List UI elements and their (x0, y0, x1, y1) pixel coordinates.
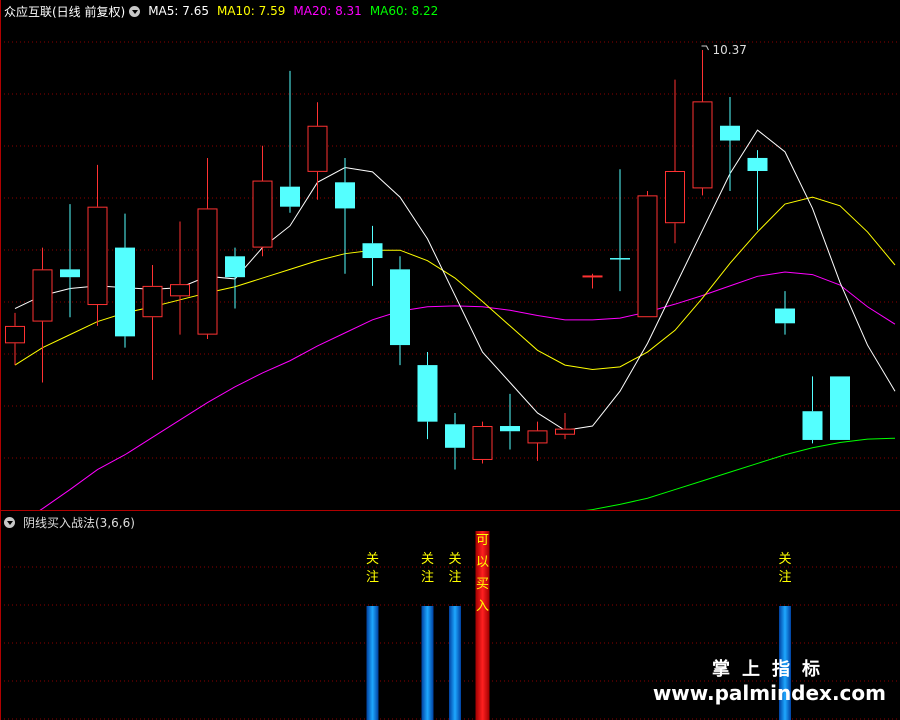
candle-body (802, 411, 823, 440)
stock-title: 众应互联(日线 前复权) (4, 4, 126, 19)
focus-signal-bar[interactable] (449, 606, 461, 720)
candle-body (445, 424, 465, 448)
candle-body (665, 171, 685, 224)
candle[interactable] (747, 150, 768, 231)
candle[interactable] (527, 421, 548, 461)
focus-signal-bar[interactable] (421, 606, 434, 720)
candle-body (32, 269, 53, 322)
price-chart-panel[interactable]: 10.37 众应互联(日线 前复权) MA5: 7.65 MA10: 7.59 … (0, 0, 900, 510)
candle-body (637, 195, 658, 318)
candle[interactable] (252, 145, 273, 257)
candle[interactable] (720, 97, 740, 192)
candle-body (5, 325, 25, 344)
candle-body (170, 284, 190, 297)
candle[interactable] (802, 376, 823, 444)
candle-body (115, 247, 135, 337)
candle-body (472, 426, 493, 460)
candle-body (335, 182, 355, 209)
ma20-label: MA20: 8.31 (293, 4, 362, 18)
candle[interactable] (362, 225, 383, 286)
candle-body (582, 275, 603, 278)
indicator-title: 阴线买入战法(3,6,6) (23, 515, 135, 530)
candle[interactable] (692, 50, 713, 196)
candle[interactable] (582, 273, 603, 289)
candle[interactable] (472, 421, 493, 464)
candle[interactable] (665, 79, 685, 244)
high-price-label: 10.37 (713, 43, 747, 57)
ma60-label: MA60: 8.22 (369, 4, 439, 18)
candle-body (747, 157, 768, 171)
focus-signal-label: 关注 (448, 552, 462, 585)
chart-menu-dropdown-icon[interactable] (129, 5, 141, 17)
candle-body (555, 428, 575, 435)
focus-signal-label: 关注 (778, 552, 792, 585)
candle-body (307, 125, 328, 172)
candle-body (775, 308, 795, 324)
indicator-menu-dropdown-icon[interactable] (4, 516, 15, 528)
candle[interactable] (5, 312, 25, 366)
candle-body (527, 430, 548, 444)
candle-body (280, 186, 300, 207)
candle[interactable] (390, 256, 410, 366)
candle[interactable] (170, 221, 190, 335)
candle-body (60, 269, 80, 278)
candle[interactable] (610, 169, 630, 292)
candle-body (417, 365, 438, 422)
candle[interactable] (417, 352, 438, 440)
candle-body (252, 180, 273, 248)
indicator-legend: 阴线买入战法(3,6,6) (4, 514, 143, 530)
ma5-line (14, 129, 896, 431)
candle[interactable] (87, 164, 108, 326)
candle-body (87, 206, 108, 306)
main-legend: 众应互联(日线 前复权) MA5: 7.65 MA10: 7.59 MA20: … (4, 3, 446, 19)
ma5-label: MA5: 7.65 (148, 4, 209, 18)
candle[interactable] (445, 412, 465, 470)
candle-body (197, 208, 218, 335)
ma10-label: MA10: 7.59 (216, 4, 286, 18)
ma10-line (14, 196, 896, 370)
candle-body (390, 269, 410, 346)
watermark: 掌上指标 www.palmindex.com (653, 655, 886, 705)
watermark-url: www.palmindex.com (652, 681, 886, 705)
candle-body (830, 376, 850, 440)
candlestick-chart[interactable]: 10.37 (0, 0, 900, 510)
focus-signal-bar[interactable] (366, 606, 379, 720)
candle-body (720, 125, 740, 141)
candle[interactable] (115, 213, 135, 348)
candle[interactable] (500, 393, 520, 450)
high-marker (701, 45, 709, 51)
candle-body (225, 256, 245, 278)
candle[interactable] (307, 102, 328, 200)
focus-signal-label: 关注 (420, 552, 434, 585)
candle[interactable] (60, 204, 80, 318)
candle-body (610, 258, 630, 260)
candle[interactable] (830, 376, 850, 440)
candle-body (500, 426, 520, 432)
candle[interactable] (637, 191, 658, 318)
candle-body (692, 101, 713, 189)
watermark-cn: 掌上指标 (712, 659, 832, 680)
focus-signal-label: 关注 (365, 552, 379, 585)
buy-signal-label: 可以买入 (475, 533, 489, 614)
candle[interactable] (197, 157, 218, 339)
candle-body (362, 243, 383, 259)
candle[interactable] (280, 70, 300, 213)
candle[interactable] (775, 291, 795, 335)
candle-body (142, 285, 163, 318)
indicator-panel[interactable]: 阴线买入战法(3,6,6) 关注 关注 关注 可以买入 关注 掌上指标 www.palm… (0, 510, 900, 720)
candle[interactable] (142, 265, 163, 380)
candle[interactable] (335, 157, 355, 274)
candle[interactable] (32, 247, 53, 383)
